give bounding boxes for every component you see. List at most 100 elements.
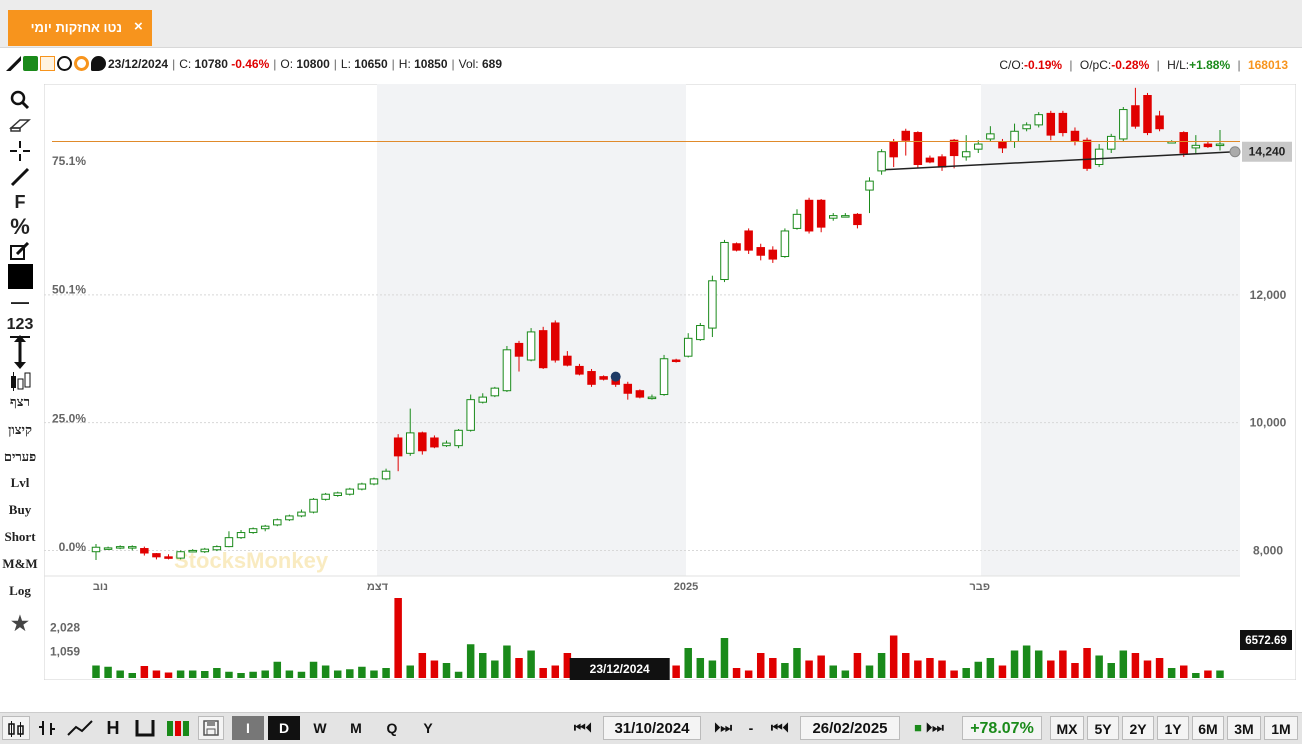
line-tool[interactable]: [0, 166, 40, 191]
sequence-tool[interactable]: רצף: [0, 394, 40, 410]
volume-bar: [732, 668, 741, 678]
candle-style-button[interactable]: [2, 716, 30, 740]
percent-tick-label: 50.1%: [52, 283, 86, 297]
ohlc-icon: [39, 721, 55, 735]
volume-bar: [1216, 670, 1224, 678]
volume-bar: [273, 661, 282, 678]
candle-body: [792, 213, 802, 229]
level-tool[interactable]: Lvl: [0, 475, 40, 491]
fibonacci-tool[interactable]: F: [0, 192, 40, 213]
candle-body: [393, 437, 403, 457]
buy-tool[interactable]: Buy: [0, 502, 40, 518]
candle-body: [321, 493, 330, 500]
volume-tick-label: 1,059: [50, 645, 80, 659]
draw-tool-icon[interactable]: [6, 56, 21, 71]
trendline-handle[interactable]: [1229, 146, 1241, 158]
number-tool[interactable]: 123: [0, 316, 40, 334]
candle-body: [647, 396, 657, 400]
interval-weekly-button[interactable]: W: [303, 716, 337, 740]
color-picker[interactable]: [0, 264, 40, 289]
volume-bar: [261, 670, 269, 678]
share-icon[interactable]: [23, 56, 38, 71]
volume-bar: [527, 650, 535, 678]
gaps-tool[interactable]: פערים: [0, 449, 40, 465]
range-1m-button[interactable]: 1M: [1264, 716, 1298, 740]
interval-daily-button[interactable]: D: [268, 716, 300, 740]
vertical-measure-tool[interactable]: [0, 334, 40, 373]
volume-bar: [104, 666, 112, 678]
color-style-button[interactable]: [163, 716, 193, 740]
eraser-tool[interactable]: [0, 116, 40, 137]
volume-bar: [1167, 668, 1176, 678]
volume-bar: [902, 653, 910, 678]
interval-yearly-button[interactable]: Y: [411, 716, 445, 740]
line-style-button[interactable]: [64, 716, 96, 740]
volume-bar: [829, 665, 837, 678]
interval-intraday-button[interactable]: I: [232, 716, 264, 740]
interval-quarterly-button[interactable]: Q: [375, 716, 409, 740]
interval-monthly-button[interactable]: M: [339, 716, 373, 740]
range-1y-button[interactable]: 1Y: [1157, 716, 1189, 740]
candle-body: [683, 337, 693, 357]
close-tab-icon[interactable]: ×: [134, 18, 143, 35]
note-tool[interactable]: [0, 241, 40, 265]
bar-style-button[interactable]: [130, 716, 160, 740]
excel-icon[interactable]: [40, 56, 55, 71]
start-date-back-button[interactable]: ⏮⏴: [566, 716, 600, 740]
candle-body: [1179, 132, 1188, 154]
candle-body: [152, 553, 161, 558]
candle-body: [961, 151, 971, 158]
heikin-style-button[interactable]: H: [99, 716, 127, 740]
target-icon[interactable]: [74, 56, 89, 71]
range-6m-button[interactable]: 6M: [1192, 716, 1224, 740]
volume-bar: [817, 655, 825, 678]
opc-value: -0.28%: [1111, 58, 1150, 72]
price-chart[interactable]: StocksMonkey 0.0% 25.0% 50.1% 75.1% 8,000 10…: [43, 83, 1297, 681]
candle-body: [103, 547, 113, 550]
crosshair-tool[interactable]: [0, 140, 40, 165]
range-5y-button[interactable]: 5Y: [1087, 716, 1119, 740]
vol-value: 689: [481, 56, 503, 71]
chart-tab[interactable]: × נטו אחזקות יומי: [8, 10, 152, 46]
volume-bar: [998, 665, 1007, 678]
registered-icon[interactable]: [57, 56, 72, 71]
candle-body: [1143, 95, 1152, 134]
price-tick-label: 12,000: [1250, 288, 1287, 302]
volume-bar: [865, 665, 874, 678]
end-date-back-button[interactable]: ⏮⏴: [762, 716, 798, 740]
zoom-tool[interactable]: [0, 90, 40, 113]
favorite-star-icon[interactable]: ★: [0, 611, 40, 636]
percent-tool[interactable]: %: [0, 214, 40, 240]
candles-tool[interactable]: [0, 370, 40, 395]
end-date-field[interactable]: 26/02/2025: [800, 716, 900, 740]
volume-bar: [1071, 663, 1079, 678]
candle-body: [804, 199, 814, 232]
start-date-field[interactable]: 31/10/2024: [603, 716, 701, 740]
candle-body: [696, 325, 705, 341]
range-mx-button[interactable]: MX: [1050, 716, 1084, 740]
candle-body: [357, 483, 367, 490]
range-2y-button[interactable]: 2Y: [1122, 716, 1154, 740]
ohlc-style-button[interactable]: [33, 716, 61, 740]
mm-tool[interactable]: M&M: [0, 556, 40, 572]
start-date-forward-button[interactable]: ⏵⏭: [704, 716, 742, 740]
candle-body: [756, 247, 765, 256]
extreme-tool[interactable]: קיצון: [0, 422, 40, 438]
range-3m-button[interactable]: 3M: [1227, 716, 1261, 740]
candle-body: [780, 230, 790, 258]
candle-body: [466, 399, 475, 431]
volume-bar: [309, 661, 318, 678]
save-button[interactable]: [198, 716, 224, 740]
volume-bar: [708, 660, 717, 678]
candle-body: [1034, 114, 1043, 126]
candle-body: [635, 390, 645, 398]
candlestick-chart-svg[interactable]: StocksMonkey 0.0% 25.0% 50.1% 75.1% 8,000 10…: [43, 83, 1297, 681]
end-date-forward-button[interactable]: ■ ⏵⏭: [903, 716, 955, 740]
candles-icon: [11, 372, 31, 391]
horizontal-line-tool[interactable]: —: [0, 292, 40, 313]
log-scale-tool[interactable]: Log: [0, 583, 40, 599]
candle-body: [829, 215, 838, 219]
short-tool[interactable]: Short: [0, 529, 40, 545]
comment-icon[interactable]: [91, 56, 106, 71]
volume-bar: [1131, 653, 1140, 678]
